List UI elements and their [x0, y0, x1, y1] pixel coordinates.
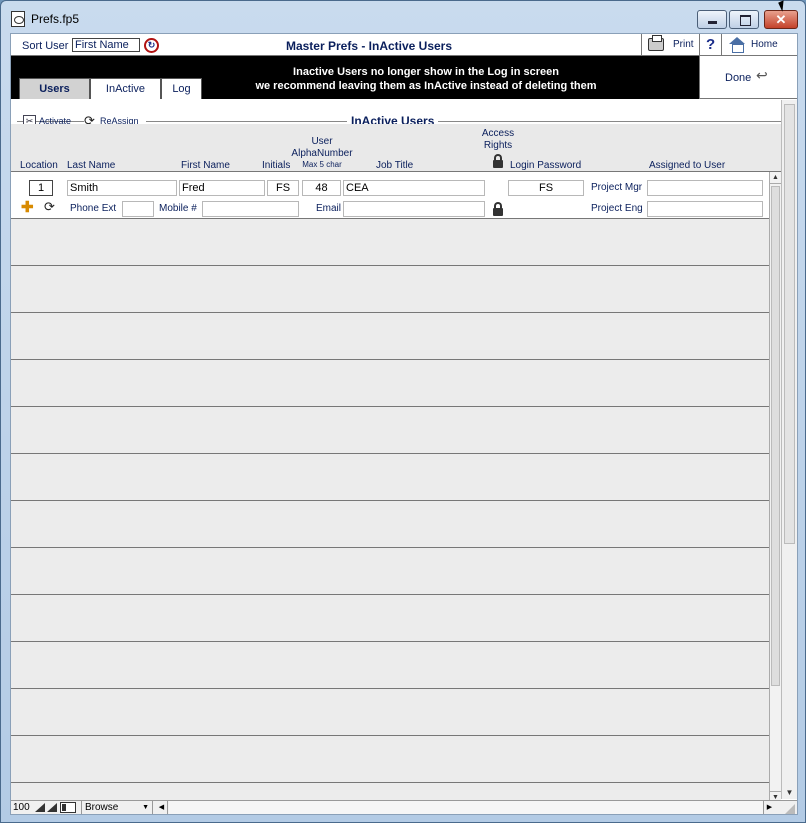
- refresh-icon[interactable]: ⟳: [44, 199, 55, 215]
- help-icon: ?: [706, 36, 716, 53]
- zoom-level[interactable]: 100: [13, 801, 30, 814]
- initials-field[interactable]: FS: [267, 180, 299, 196]
- records-list[interactable]: 1 Smith Fred FS 48 CEA FS Project Mgr ✚ …: [11, 172, 769, 804]
- column-user-3: Max 5 char: [302, 160, 342, 169]
- column-headers: Location Last Name First Name Initials U…: [11, 124, 781, 172]
- project-eng-field[interactable]: [647, 201, 763, 217]
- empty-record-row: [11, 595, 769, 642]
- window-scrollbar[interactable]: ▼: [781, 100, 797, 799]
- project-mgr-label: Project Mgr: [591, 182, 643, 193]
- mobile-label: Mobile #: [159, 203, 197, 214]
- minimize-button[interactable]: [697, 10, 727, 29]
- job-title-field[interactable]: CEA: [343, 180, 485, 196]
- notice-line-2: we recommend leaving them as InActive in…: [255, 80, 597, 92]
- empty-record-row: [11, 642, 769, 689]
- empty-record-row: [11, 407, 769, 454]
- column-first-name: First Name: [181, 160, 230, 171]
- window-scroll-thumb[interactable]: [784, 104, 795, 544]
- empty-record-row: [11, 219, 769, 266]
- horizontal-scrollbar[interactable]: [169, 801, 763, 814]
- chevron-down-icon: ▼: [142, 804, 149, 811]
- print-label: Print: [673, 39, 694, 50]
- zoom-out-icon[interactable]: [35, 803, 45, 812]
- maximize-button[interactable]: [729, 10, 759, 29]
- first-name-field[interactable]: Fred: [179, 180, 265, 196]
- empty-record-row: [11, 548, 769, 595]
- title-bar[interactable]: Prefs.fp5: [1, 1, 805, 33]
- notice-line-1: Inactive Users no longer show in the Log…: [293, 66, 559, 78]
- resize-grip-icon[interactable]: [783, 802, 795, 814]
- location-field[interactable]: 1: [29, 180, 53, 196]
- tab-users[interactable]: Users: [19, 78, 90, 99]
- email-field[interactable]: [343, 201, 485, 217]
- records-scrollbar[interactable]: ▲ ▼: [769, 172, 781, 804]
- done-button[interactable]: Done ↩: [699, 56, 797, 99]
- zoom-in-icon[interactable]: [47, 803, 57, 812]
- empty-record-row: [11, 266, 769, 313]
- window-title: Prefs.fp5: [31, 12, 80, 26]
- alpha-number-field[interactable]: 48: [302, 180, 341, 196]
- empty-record-row: [11, 736, 769, 783]
- column-user-1: User: [311, 136, 333, 147]
- tab-inactive[interactable]: InActive: [90, 78, 161, 99]
- close-button[interactable]: [764, 10, 798, 29]
- printer-icon: [648, 35, 664, 51]
- print-button[interactable]: Print: [641, 34, 699, 56]
- empty-record-row: [11, 501, 769, 548]
- status-bar: 100 Browse ▼ ◀ ▶: [11, 800, 797, 814]
- empty-record-row: [11, 313, 769, 360]
- window-scroll-down-icon[interactable]: ▼: [782, 786, 797, 799]
- column-login-password: Login Password: [510, 160, 582, 171]
- project-eng-label: Project Eng: [591, 203, 643, 214]
- last-name-field[interactable]: Smith: [67, 180, 177, 196]
- header-bar: Sort User First Name ↻ Master Prefs - In…: [11, 34, 797, 56]
- empty-record-row: [11, 360, 769, 407]
- phone-ext-label: Phone Ext: [70, 203, 117, 214]
- scroll-up-arrow-icon[interactable]: ▲: [770, 172, 781, 184]
- login-password-field[interactable]: FS: [508, 180, 584, 196]
- layout-area: Sort User First Name ↻ Master Prefs - In…: [10, 33, 798, 815]
- phone-ext-field[interactable]: [122, 201, 154, 217]
- lock-icon[interactable]: [493, 202, 503, 216]
- column-job-title: Job Title: [376, 160, 414, 171]
- return-arrow-icon: ↩: [756, 67, 768, 83]
- home-icon: [728, 37, 746, 53]
- scroll-right-arrow-icon[interactable]: ▶: [763, 801, 775, 814]
- help-button[interactable]: ?: [699, 34, 721, 56]
- column-user-2: AlphaNumber: [291, 148, 353, 159]
- home-label: Home: [751, 39, 778, 50]
- lock-icon: [493, 154, 503, 168]
- email-label: Email: [316, 203, 342, 214]
- status-area-toggle-icon[interactable]: [60, 802, 76, 813]
- column-last-name: Last Name: [67, 160, 116, 171]
- column-access-1: Access: [481, 128, 515, 139]
- page-title: Master Prefs - InActive Users: [285, 39, 453, 53]
- inactive-toolbar: ✂ Activate ⟳ ReAssign InActive Users: [11, 100, 797, 129]
- empty-record-row: [11, 454, 769, 501]
- done-label: Done: [725, 72, 752, 84]
- empty-record-row: [11, 689, 769, 736]
- notice-band: Users InActive Log Inactive Users no lon…: [11, 56, 699, 99]
- column-access-2: Rights: [483, 140, 513, 151]
- records-scroll-thumb[interactable]: [771, 186, 780, 686]
- app-window: Prefs.fp5 Sort User First Name ↻ Master …: [0, 0, 806, 823]
- table-row: 1 Smith Fred FS 48 CEA FS Project Mgr ✚ …: [11, 172, 769, 219]
- mobile-field[interactable]: [202, 201, 299, 217]
- plus-icon[interactable]: ✚: [21, 200, 34, 215]
- mode-select[interactable]: Browse ▼: [81, 801, 153, 814]
- project-mgr-field[interactable]: [647, 180, 763, 196]
- mode-select-value: Browse: [85, 802, 119, 813]
- home-button[interactable]: Home: [721, 34, 797, 56]
- column-location: Location: [20, 160, 58, 171]
- scroll-left-arrow-icon[interactable]: ◀: [156, 801, 168, 814]
- column-assigned-to: Assigned to User: [649, 160, 726, 171]
- filemaker-file-icon: [11, 11, 25, 27]
- inactive-notice: Inactive Users no longer show in the Log…: [191, 65, 661, 93]
